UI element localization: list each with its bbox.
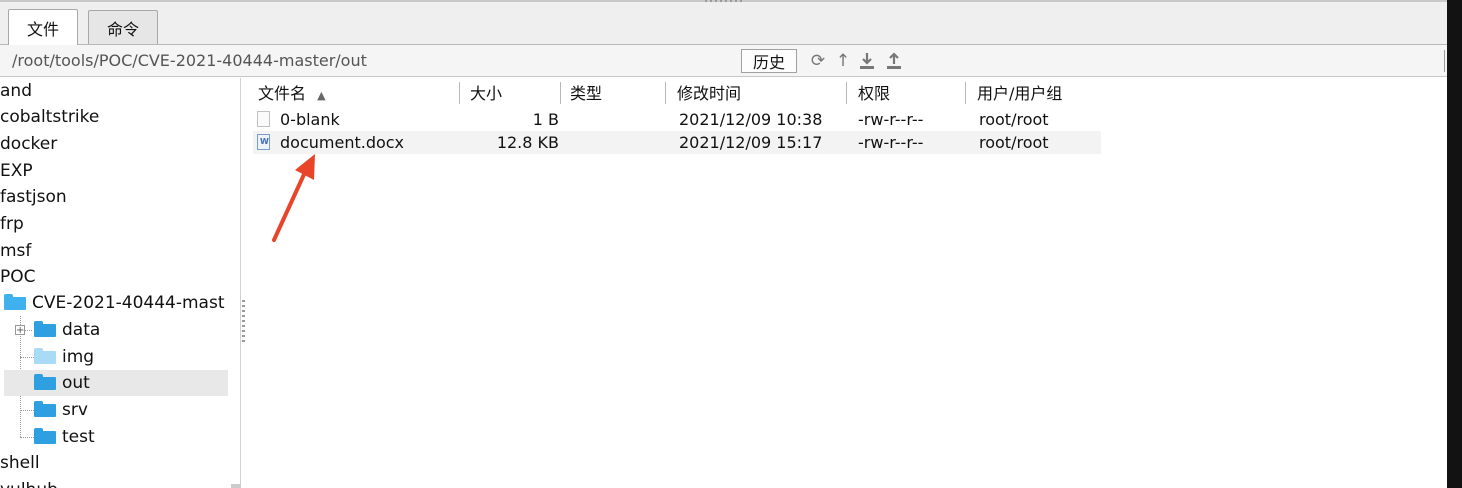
history-button-label: 历史 bbox=[752, 53, 785, 72]
folder-icon bbox=[34, 428, 56, 444]
column-divider[interactable] bbox=[965, 82, 966, 104]
path-bar: /root/tools/POC/CVE-2021-40444-master/ou… bbox=[0, 45, 1447, 77]
folder-icon bbox=[34, 374, 56, 390]
table-row[interactable]: 0-blank 1 B 2021/12/09 10:38 -rw-r--r-- … bbox=[253, 108, 1101, 131]
tree-item-label: and bbox=[0, 81, 32, 101]
download-icon[interactable] bbox=[857, 51, 877, 71]
tree-item-label: img bbox=[62, 347, 95, 367]
expand-icon[interactable]: + bbox=[15, 325, 25, 336]
tree-connector bbox=[20, 357, 34, 358]
tab-commands-label: 命令 bbox=[107, 19, 140, 39]
tree-item-label: out bbox=[62, 373, 90, 393]
tree-item-docker[interactable]: docker bbox=[0, 131, 57, 157]
column-header-type[interactable]: 类型 bbox=[570, 82, 602, 106]
file-table: 文件名 ▲ 大小 类型 修改时间 权限 用户/用户组 0-blank 1 B 2… bbox=[247, 78, 1447, 488]
tree-item-label: shell bbox=[0, 453, 40, 473]
history-button[interactable]: 历史 bbox=[741, 49, 797, 73]
folder-icon bbox=[34, 348, 56, 364]
tab-bar: 文件 命令 bbox=[0, 2, 1447, 45]
tree-item-label: frp bbox=[0, 214, 24, 234]
annotation-arrow-icon bbox=[272, 154, 315, 242]
word-document-icon bbox=[257, 134, 270, 150]
tree-item-label: cobaltstrike bbox=[0, 107, 100, 127]
directory-tree: and cobaltstrike docker EXP fastjson frp… bbox=[0, 78, 241, 488]
tree-item-label: EXP bbox=[0, 161, 33, 181]
file-modified: 2021/12/09 15:17 bbox=[679, 133, 823, 152]
column-header-permissions[interactable]: 权限 bbox=[858, 82, 890, 106]
file-permissions: -rw-r--r-- bbox=[858, 110, 924, 129]
column-header-modified[interactable]: 修改时间 bbox=[677, 82, 741, 106]
file-size: 12.8 KB bbox=[496, 133, 559, 152]
tree-item-out[interactable]: out bbox=[4, 370, 228, 396]
desktop-background bbox=[1447, 0, 1462, 488]
tree-item-label: POC bbox=[0, 267, 36, 287]
tab-commands[interactable]: 命令 bbox=[88, 10, 159, 44]
column-header-label: 大小 bbox=[470, 84, 503, 103]
upload-icon[interactable] bbox=[884, 51, 904, 71]
tree-item-msf[interactable]: msf bbox=[0, 238, 31, 264]
folder-open-icon bbox=[4, 294, 26, 310]
tree-item-data[interactable]: data bbox=[34, 317, 100, 343]
tab-files[interactable]: 文件 bbox=[8, 9, 79, 45]
file-owner: root/root bbox=[979, 110, 1049, 129]
column-header-label: 文件名 bbox=[258, 84, 307, 103]
tree-item-and[interactable]: and bbox=[0, 78, 32, 104]
tree-item-shell[interactable]: shell bbox=[0, 450, 40, 476]
sort-ascending-icon: ▲ bbox=[317, 89, 326, 102]
file-modified: 2021/12/09 10:38 bbox=[679, 110, 823, 129]
tree-item-cve-folder[interactable]: CVE-2021-40444-mast bbox=[4, 290, 225, 316]
up-directory-icon[interactable]: ↑ bbox=[833, 51, 853, 71]
column-header-owner[interactable]: 用户/用户组 bbox=[977, 82, 1062, 106]
tree-item-img[interactable]: img bbox=[34, 344, 94, 370]
toolbar-divider bbox=[1444, 50, 1445, 72]
tree-item-label: msf bbox=[0, 241, 32, 261]
refresh-icon[interactable]: ⟳ bbox=[808, 51, 828, 71]
tree-item-label: docker bbox=[0, 134, 58, 154]
column-header-label: 权限 bbox=[858, 84, 891, 103]
tree-item-label: vulhub bbox=[0, 480, 58, 488]
column-header-label: 用户/用户组 bbox=[977, 84, 1063, 103]
column-divider[interactable] bbox=[665, 82, 666, 104]
tree-connector bbox=[20, 437, 34, 438]
tree-item-frp[interactable]: frp bbox=[0, 211, 24, 237]
column-header-name[interactable]: 文件名 ▲ bbox=[258, 82, 326, 106]
column-header-size[interactable]: 大小 bbox=[470, 82, 502, 106]
path-input[interactable]: /root/tools/POC/CVE-2021-40444-master/ou… bbox=[12, 51, 367, 70]
tree-item-exp[interactable]: EXP bbox=[0, 158, 33, 184]
column-divider[interactable] bbox=[846, 82, 847, 104]
table-row[interactable]: document.docx 12.8 KB 2021/12/09 15:17 -… bbox=[253, 131, 1101, 154]
file-manager-window: 文件 命令 /root/tools/POC/CVE-2021-40444-mas… bbox=[0, 0, 1447, 488]
column-divider[interactable] bbox=[560, 82, 561, 104]
tree-item-cobaltstrike[interactable]: cobaltstrike bbox=[0, 104, 99, 130]
tree-item-srv[interactable]: srv bbox=[34, 397, 88, 423]
tree-item-label: CVE-2021-40444-mast bbox=[32, 293, 225, 313]
file-permissions: -rw-r--r-- bbox=[858, 133, 924, 152]
tree-item-poc[interactable]: POC bbox=[0, 264, 36, 290]
tab-files-label: 文件 bbox=[27, 19, 60, 39]
tree-item-label: fastjson bbox=[0, 187, 67, 207]
folder-icon bbox=[34, 321, 56, 337]
column-divider[interactable] bbox=[459, 82, 460, 104]
tree-item-label: data bbox=[62, 320, 101, 340]
tree-item-fastjson[interactable]: fastjson bbox=[0, 184, 67, 210]
tree-connector bbox=[20, 410, 34, 411]
tree-item-test[interactable]: test bbox=[34, 424, 95, 450]
tree-item-label: srv bbox=[62, 400, 88, 420]
pane-splitter[interactable] bbox=[242, 300, 245, 342]
folder-icon bbox=[34, 401, 56, 417]
column-header-label: 修改时间 bbox=[677, 84, 742, 103]
file-size: 1 B bbox=[532, 110, 559, 129]
tree-scrollbar[interactable] bbox=[231, 484, 241, 488]
file-owner: root/root bbox=[979, 133, 1049, 152]
file-icon bbox=[257, 111, 270, 127]
file-name: 0-blank bbox=[280, 110, 340, 129]
tree-item-vulhub[interactable]: vulhub bbox=[0, 477, 58, 488]
column-header-label: 类型 bbox=[570, 84, 603, 103]
tree-item-label: test bbox=[62, 427, 95, 447]
